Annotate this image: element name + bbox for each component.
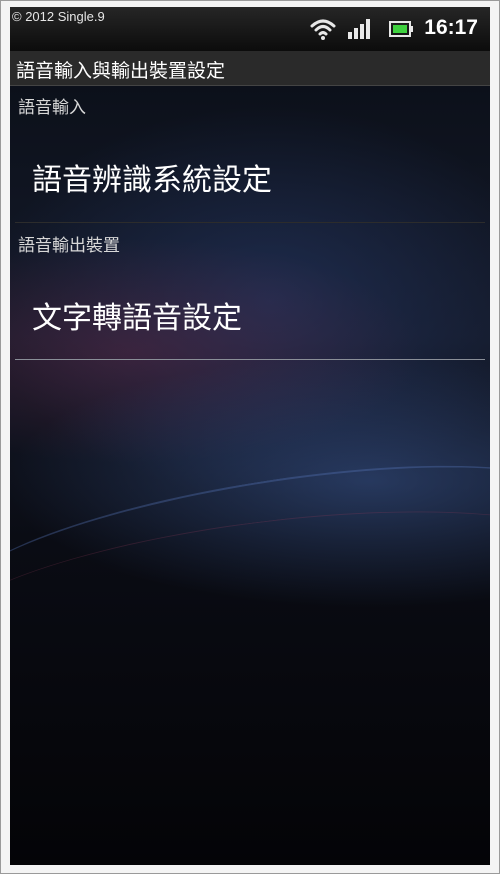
battery-icon xyxy=(389,21,413,37)
phone-screen: © 2012 Single.9 16:17 語音輸入與輸出裝置設定 語音輸入 語… xyxy=(10,7,490,865)
list-item-label: 文字轉語音設定 xyxy=(32,301,242,336)
section-header-voice-input: 語音輸入 xyxy=(18,98,86,118)
signal-icon xyxy=(348,19,370,39)
copyright-watermark: © 2012 Single.9 xyxy=(12,9,105,24)
divider xyxy=(15,222,485,223)
page-title: 語音輸入與輸出裝置設定 xyxy=(16,60,226,82)
title-bar: 語音輸入與輸出裝置設定 xyxy=(10,51,490,86)
list-item-label: 語音辨識系統設定 xyxy=(32,163,272,198)
status-bar: © 2012 Single.9 16:17 xyxy=(10,7,490,51)
wifi-icon xyxy=(310,19,336,40)
list-item-text-to-speech-settings[interactable]: 文字轉語音設定 xyxy=(10,263,490,359)
status-clock: 16:17 xyxy=(424,16,478,39)
screenshot-frame: © 2012 Single.9 16:17 語音輸入與輸出裝置設定 語音輸入 語… xyxy=(0,0,500,874)
section-header-voice-output: 語音輸出裝置 xyxy=(18,236,120,256)
divider xyxy=(15,359,485,360)
list-item-voice-recognition-settings[interactable]: 語音辨識系統設定 xyxy=(10,125,490,221)
